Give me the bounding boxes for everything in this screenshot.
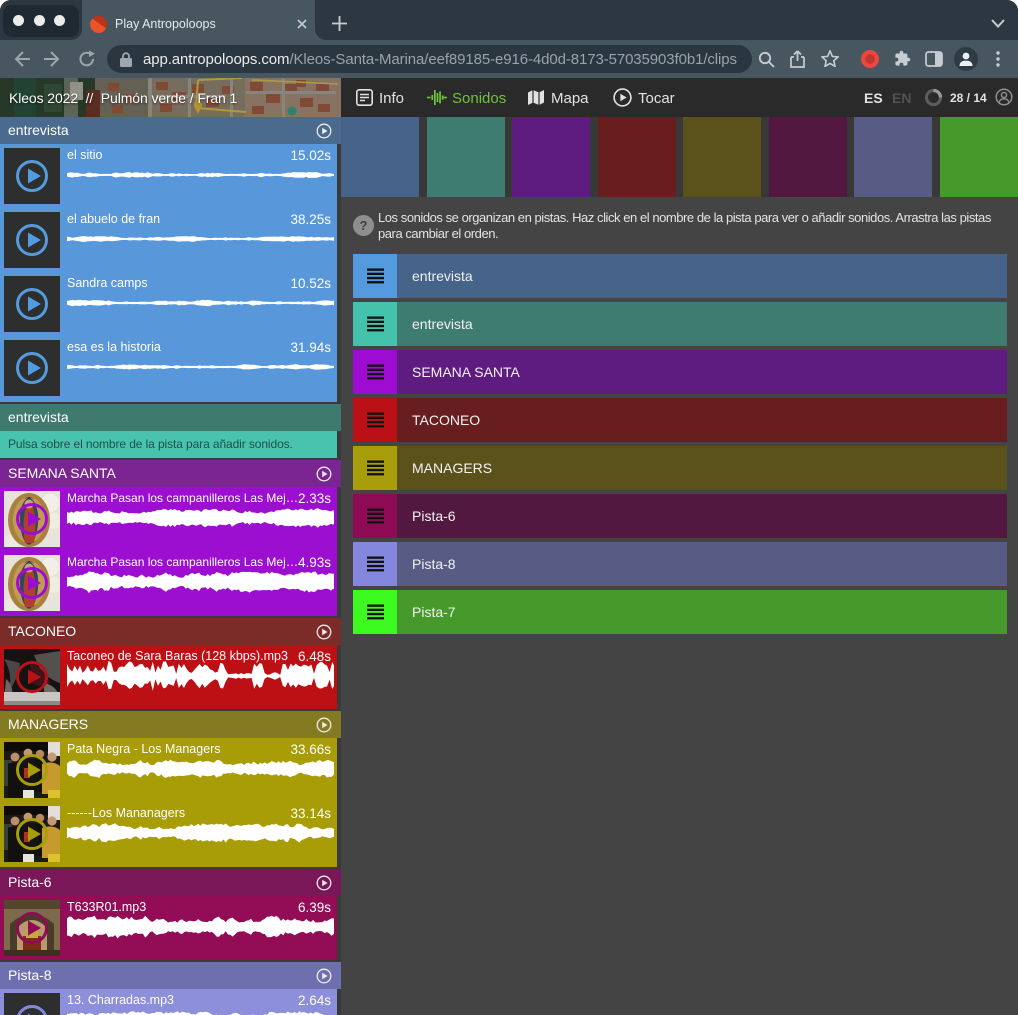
svg-text:?: ? <box>360 218 368 233</box>
